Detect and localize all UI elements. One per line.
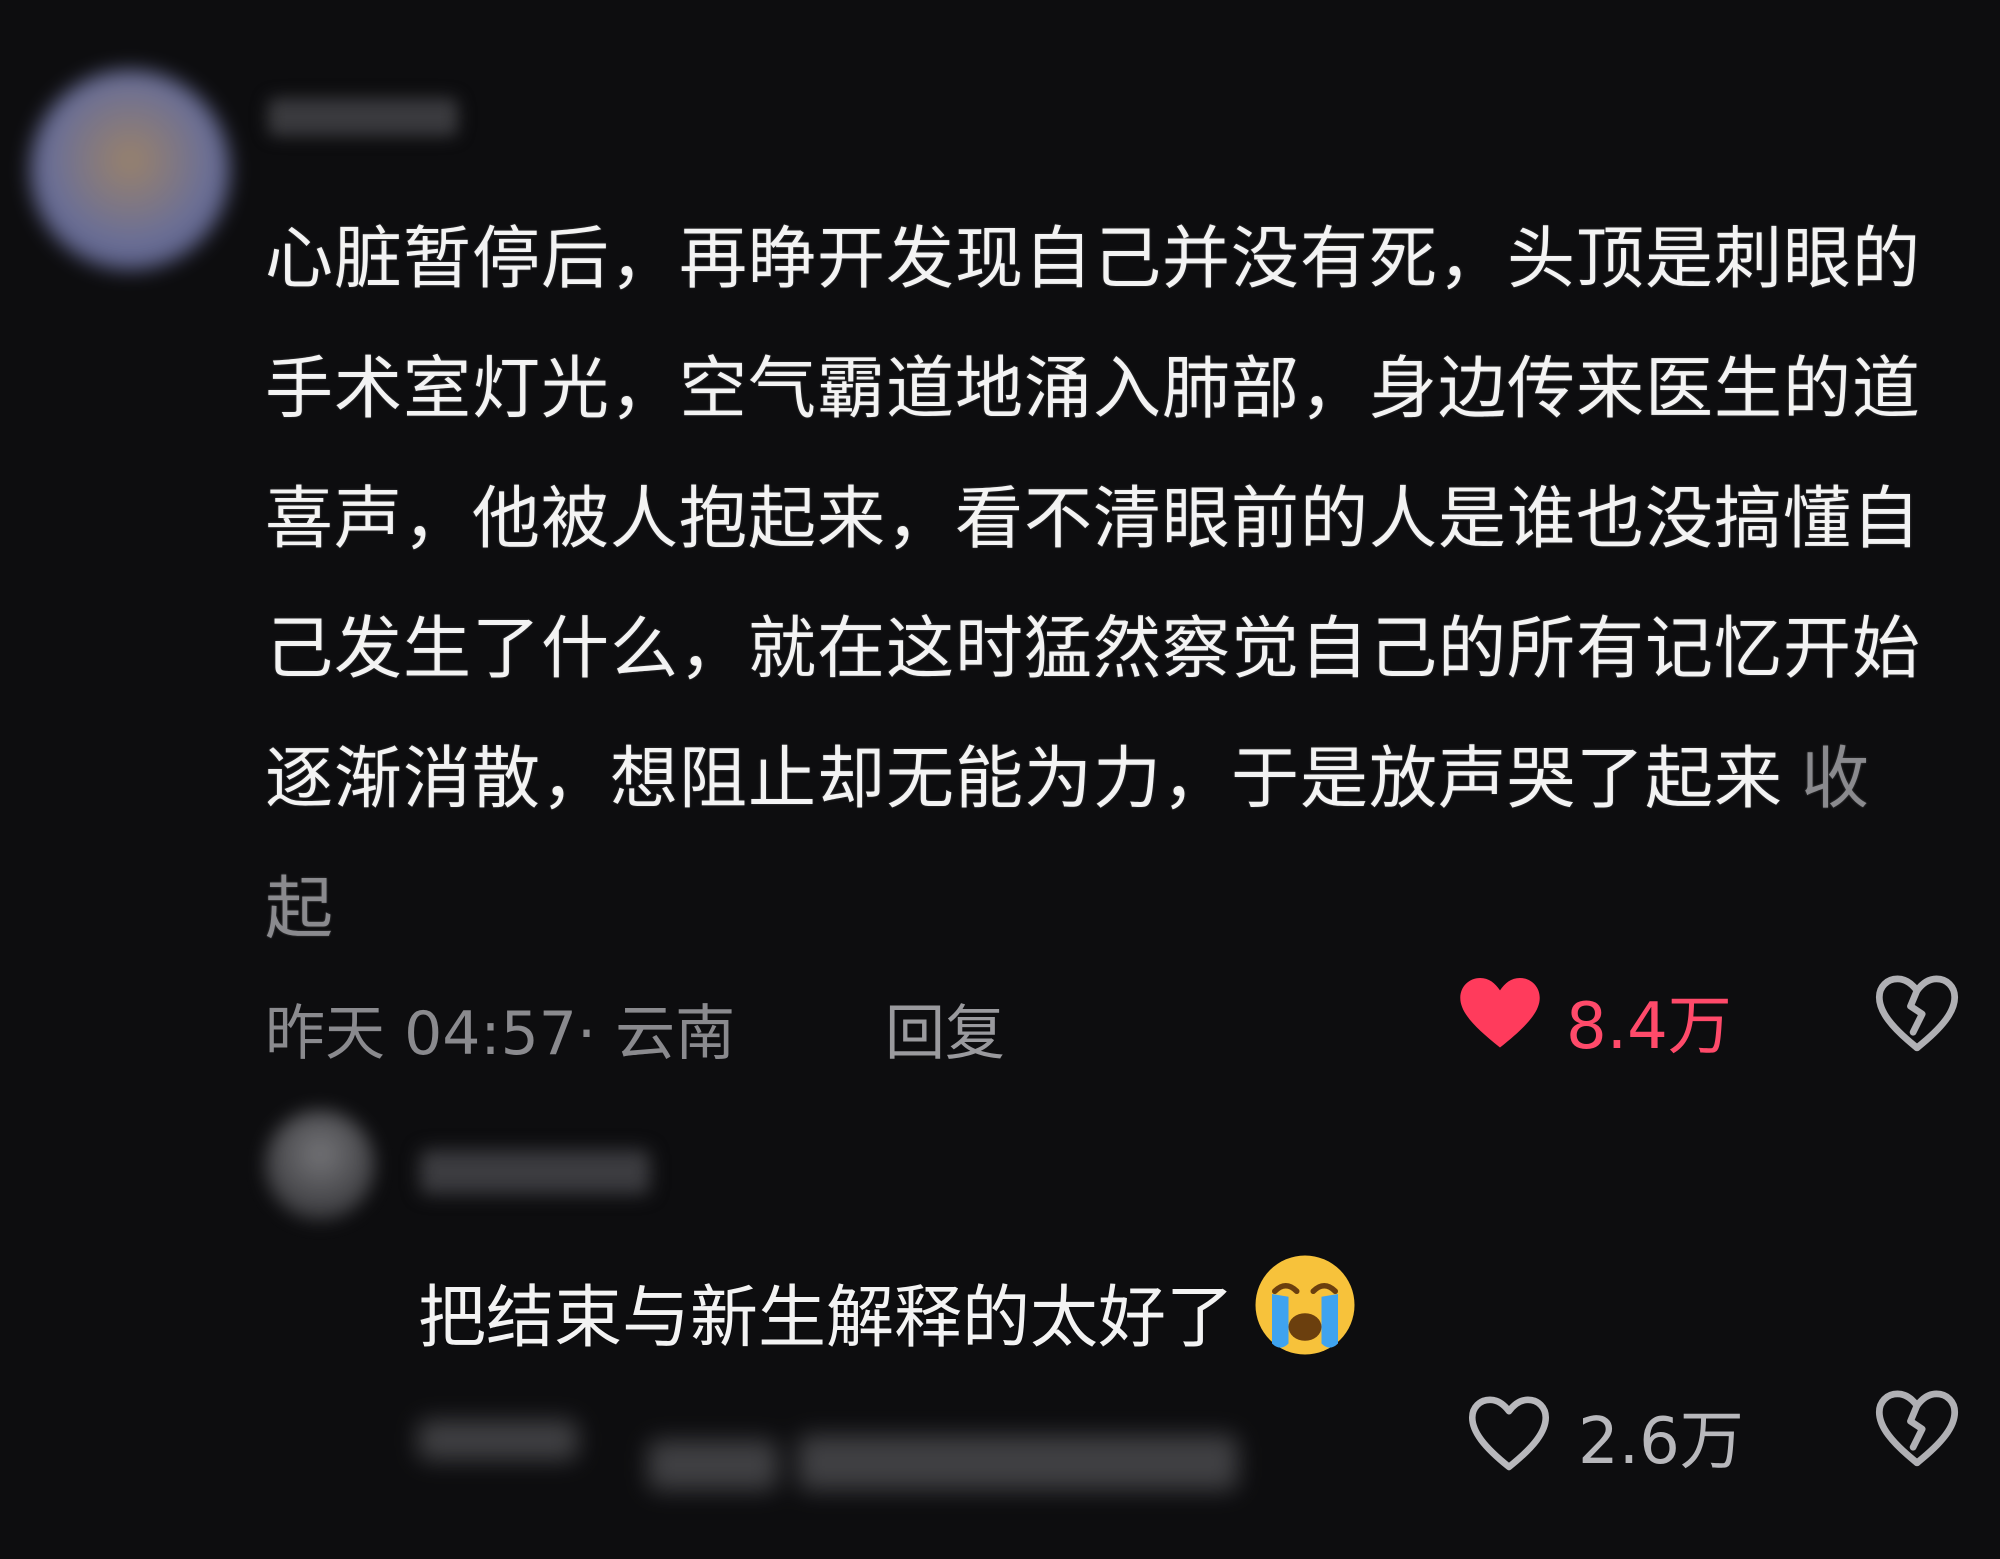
timestamp-location: 昨天 04:57· 云南 <box>265 999 736 1069</box>
comment-text: 心脏暂停后，再睁开发现自己并没有死，头顶是刺眼的手术室灯光，空气霸道地涌入肺部，… <box>265 195 1925 975</box>
reply-dislike-button[interactable] <box>1875 1390 1959 1472</box>
comment-body: 心脏暂停后，再睁开发现自己并没有死，头顶是刺眼的手术室灯光，空气霸道地涌入肺部，… <box>265 220 1922 819</box>
username-blurred[interactable] <box>268 98 458 136</box>
heart-filled-icon <box>1460 977 1540 1065</box>
reply-username-blurred[interactable] <box>420 1150 650 1194</box>
comment-meta: 昨天 04:57· 云南 回复 8.4万 <box>265 975 1965 1069</box>
like-count: 8.4万 <box>1566 990 1732 1064</box>
reply-avatar[interactable] <box>265 1110 375 1220</box>
broken-heart-icon <box>1875 975 1959 1068</box>
reply-like-button[interactable]: 2.6万 <box>1468 1390 1744 1482</box>
crying-face-icon <box>1250 1250 1360 1388</box>
reply-meta-blurred <box>418 1400 1238 1510</box>
avatar[interactable] <box>30 70 230 270</box>
dislike-button[interactable] <box>1875 975 1959 1068</box>
heart-outline-icon <box>1468 1396 1550 1476</box>
reply-like-count: 2.6万 <box>1578 1405 1744 1479</box>
reply-text: 把结束与新生解释的太好了 <box>418 1250 1360 1388</box>
broken-heart-icon <box>1875 1390 1959 1472</box>
like-button[interactable]: 8.4万 <box>1460 975 1732 1067</box>
reply-body: 把结束与新生解释的太好了 <box>418 1279 1235 1358</box>
reply-button[interactable]: 回复 <box>885 985 1005 1072</box>
